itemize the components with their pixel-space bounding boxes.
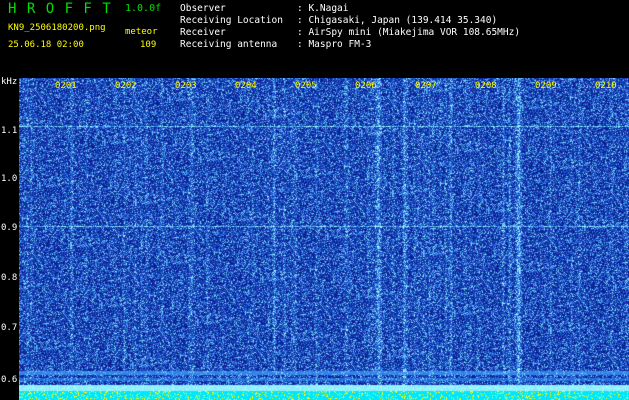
time-label: 0203 [175,81,197,91]
time-label: 0207 [415,81,437,91]
freq-tick-label: 1.1 [1,126,18,136]
time-label: 0201 [55,81,77,91]
meteor-count: 109 [140,40,157,50]
freq-unit-label: kHz [1,77,18,87]
freq-tick-label: 0.7 [1,323,18,333]
waterfall-spectrogram [19,78,629,400]
info-value-location: : Chigasaki, Japan (139.414 35.340) [297,15,498,26]
info-label-location: Receiving Location [180,15,283,26]
info-value-antenna: : Maspro FM-3 [297,39,372,50]
frequency-axis: kHz 1.1 1.0 0.9 0.8 0.7 0.6 [0,78,19,400]
time-label: 0204 [235,81,257,91]
info-value-receiver: : AirSpy mini (Miakejima VOR 108.65MHz) [297,27,521,38]
app-title: H R O F F T [8,1,112,17]
time-label: 0210 [595,81,617,91]
file-name: KN9_2506180200.png [8,23,106,33]
freq-tick-label: 1.0 [1,174,18,184]
freq-tick-label: 0.9 [1,223,18,233]
time-label: 0205 [295,81,317,91]
time-label: 0202 [115,81,137,91]
time-label: 0206 [355,81,377,91]
date-time: 25.06.18 02:00 [8,40,84,50]
app-version: 1.0.0f [125,3,162,14]
time-label: 0209 [535,81,557,91]
header-panel: H R O F F T 1.0.0f KN9_2506180200.png me… [0,0,629,78]
freq-tick-label: 0.8 [1,273,18,283]
meteor-label: meteor [125,27,158,37]
info-label-observer: Observer [180,3,226,14]
info-label-antenna: Receiving antenna [180,39,278,50]
info-value-observer: : K.Nagai [297,3,349,14]
info-label-receiver: Receiver [180,27,226,38]
freq-tick-label: 0.6 [1,375,18,385]
time-label: 0208 [475,81,497,91]
